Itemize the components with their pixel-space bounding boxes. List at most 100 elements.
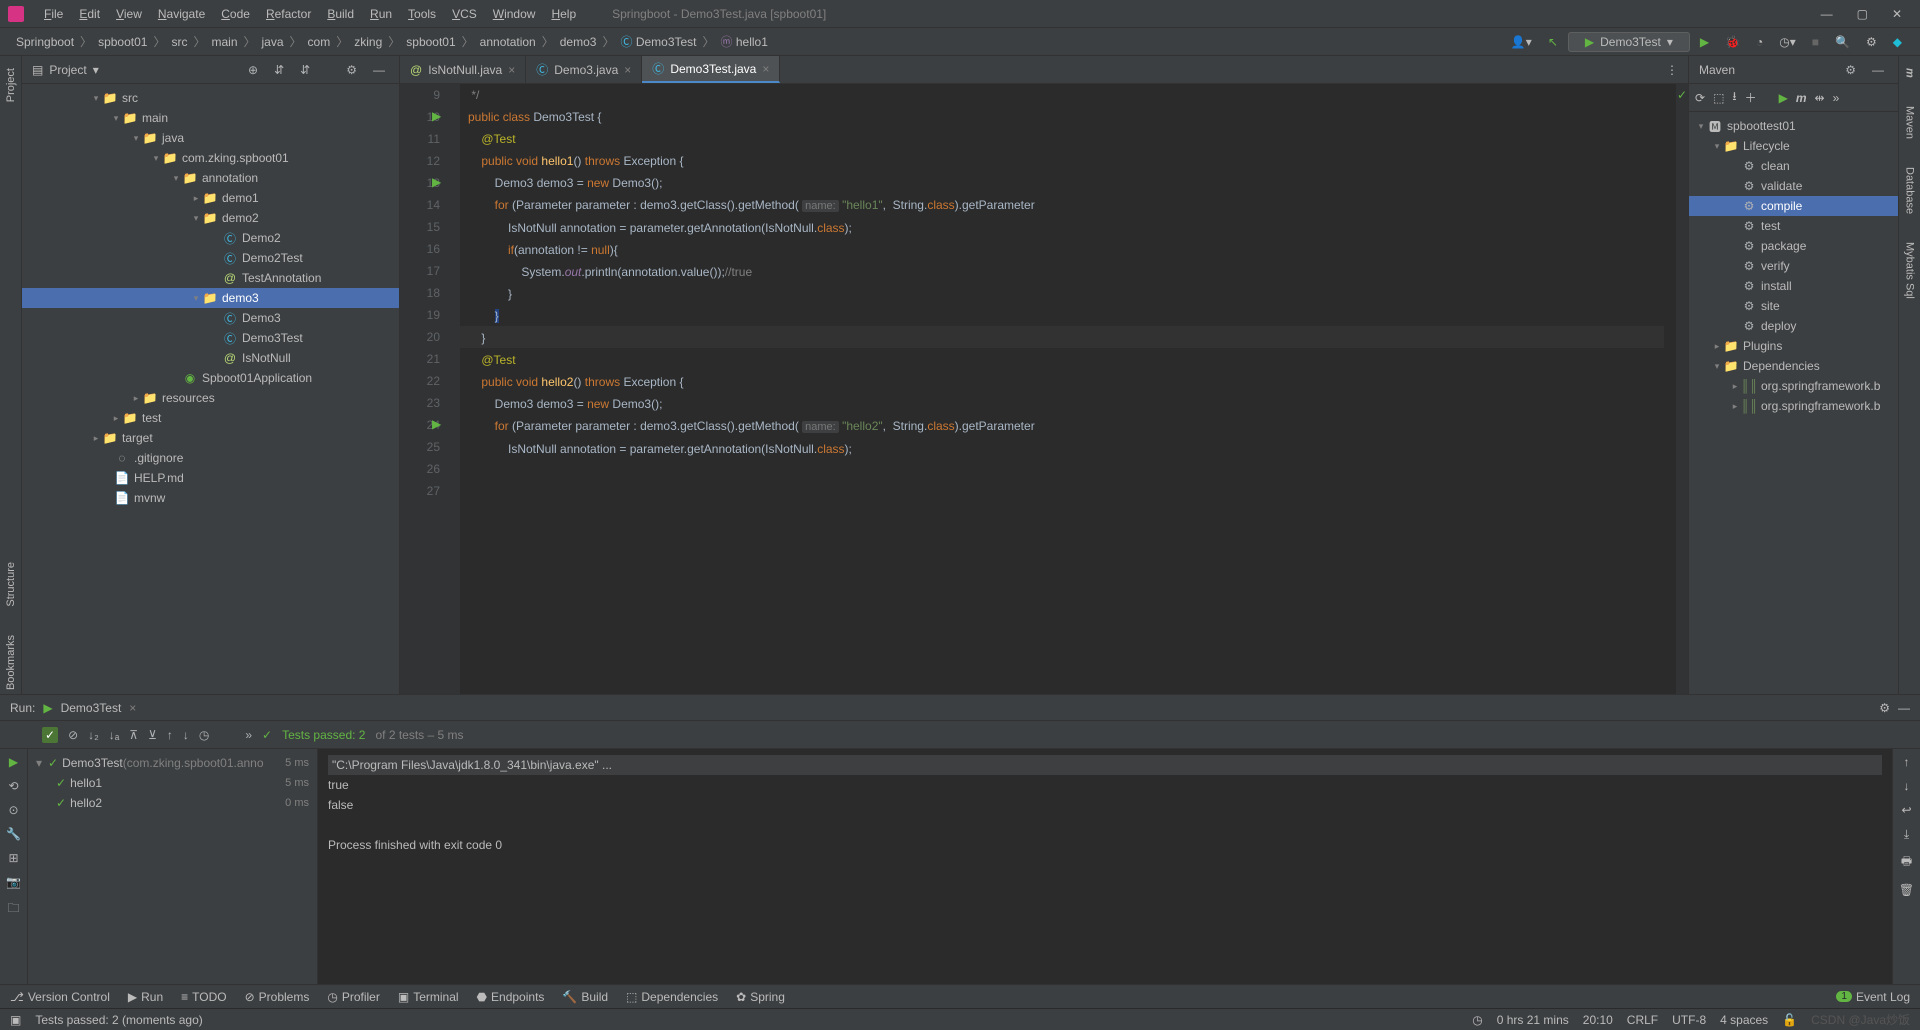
debug-button[interactable]: 🐞: [1719, 33, 1746, 51]
close-tab-icon[interactable]: ×: [508, 63, 515, 77]
tree-node[interactable]: ⒸDemo2Test: [22, 248, 399, 268]
tree-node[interactable]: ▾📁com.zking.spboot01: [22, 148, 399, 168]
run-hide-icon[interactable]: —: [1898, 701, 1910, 715]
toolwin-problems[interactable]: ⊘Problems: [245, 990, 310, 1004]
menu-build[interactable]: Build: [319, 5, 362, 23]
maven-node[interactable]: ⚙compile: [1689, 196, 1898, 216]
coverage-button[interactable]: ◔: [1750, 33, 1769, 51]
tree-node[interactable]: ▸📁demo1: [22, 188, 399, 208]
scroll-down-icon[interactable]: ↓: [1904, 779, 1910, 793]
breadcrumb-item[interactable]: spboot01: [402, 35, 459, 49]
menu-window[interactable]: Window: [485, 5, 544, 23]
maven-hide-icon[interactable]: —: [1868, 63, 1888, 77]
mybatis-tool-tab[interactable]: Mybatis Sql: [1904, 238, 1916, 303]
breadcrumb-item[interactable]: zking: [350, 35, 386, 49]
editor-tab[interactable]: @IsNotNull.java×: [400, 56, 526, 83]
window-minimize-button[interactable]: —: [1811, 3, 1843, 25]
status-tool-window-icon[interactable]: ▣: [10, 1013, 21, 1027]
tree-node[interactable]: ▸📁target: [22, 428, 399, 448]
maven-node[interactable]: ⚙test: [1689, 216, 1898, 236]
menu-view[interactable]: View: [108, 5, 150, 23]
encoding[interactable]: UTF-8: [1672, 1013, 1706, 1027]
maven-node[interactable]: ▾🅼spboottest01: [1689, 116, 1898, 136]
breadcrumb-item[interactable]: Springboot: [12, 35, 78, 49]
maven-node[interactable]: ⚙verify: [1689, 256, 1898, 276]
select-opened-file-icon[interactable]: ⊕: [244, 63, 262, 77]
breadcrumb-item[interactable]: Ⓒ Demo3Test: [616, 33, 700, 50]
project-tool-tab[interactable]: Project: [5, 64, 17, 106]
toolwin-spring[interactable]: ✿Spring: [736, 990, 785, 1004]
collapse-all-icon[interactable]: ⇵: [296, 63, 314, 77]
breadcrumb-item[interactable]: com: [304, 35, 335, 49]
expand-all-icon[interactable]: ⇵: [270, 63, 288, 77]
maven-run-icon[interactable]: ▶: [1779, 91, 1788, 105]
toolwin-todo[interactable]: ≡TODO: [181, 990, 226, 1004]
run-settings-icon[interactable]: ⚙: [1879, 701, 1890, 715]
menu-vcs[interactable]: VCS: [444, 5, 485, 23]
maven-toggle-offline-icon[interactable]: ⇹: [1815, 91, 1825, 105]
maven-node[interactable]: ⚙deploy: [1689, 316, 1898, 336]
run-button[interactable]: ▶: [1694, 33, 1715, 51]
maven-more-icon[interactable]: »: [1833, 91, 1840, 105]
maven-add-icon[interactable]: ＋: [1745, 89, 1757, 106]
test-tree[interactable]: ▾✓Demo3Test (com.zking.spboot01.anno5 ms…: [28, 749, 318, 984]
line-separator[interactable]: CRLF: [1627, 1013, 1658, 1027]
rerun-failed-icon[interactable]: ⟲: [8, 779, 18, 793]
window-close-button[interactable]: ✕: [1882, 3, 1912, 25]
toolwin-terminal[interactable]: ▣Terminal: [398, 990, 459, 1004]
bookmarks-tool-tab[interactable]: Bookmarks: [5, 631, 17, 694]
stop-button[interactable]: ■: [1806, 33, 1825, 51]
breadcrumb-item[interactable]: src: [167, 35, 191, 49]
menu-refactor[interactable]: Refactor: [258, 5, 319, 23]
tree-node[interactable]: ▾📁demo2: [22, 208, 399, 228]
sort-alpha-icon[interactable]: ↓ₐ: [109, 728, 119, 742]
maven-node[interactable]: ⚙site: [1689, 296, 1898, 316]
back-icon[interactable]: ↖: [1542, 33, 1564, 51]
tree-node[interactable]: ⒸDemo3Test: [22, 328, 399, 348]
menu-run[interactable]: Run: [362, 5, 400, 23]
maven-settings-icon[interactable]: ⚙: [1841, 63, 1860, 77]
toolwin-build[interactable]: 🔨Build: [562, 990, 608, 1004]
breadcrumb-item[interactable]: demo3: [556, 35, 601, 49]
maven-node[interactable]: ▸║║org.springframework.b: [1689, 396, 1898, 416]
scroll-to-end-icon[interactable]: ⤓: [1904, 827, 1909, 842]
maven-generate-icon[interactable]: ⬚: [1713, 91, 1724, 105]
next-icon[interactable]: ↓: [183, 728, 189, 742]
console-output[interactable]: "C:\Program Files\Java\jdk1.8.0_341\bin\…: [318, 749, 1892, 984]
test-node[interactable]: ✓hello1 5 ms: [28, 773, 317, 793]
breadcrumb-item[interactable]: main: [207, 35, 241, 49]
profile-button[interactable]: ◷▾: [1773, 33, 1802, 51]
code-editor[interactable]: 9101112131415161718192021222324252627 ▶▶…: [400, 84, 1688, 694]
close-tab-icon[interactable]: ×: [129, 701, 136, 715]
tree-node[interactable]: ▾📁demo3: [22, 288, 399, 308]
expand-icon[interactable]: ⊼: [129, 728, 138, 742]
editor-tab[interactable]: ⒸDemo3Test.java×: [642, 56, 780, 83]
soft-wrap-icon[interactable]: ↩: [1901, 803, 1911, 817]
pin-icon[interactable]: 📷: [6, 875, 21, 889]
history-icon[interactable]: ◷: [199, 728, 209, 742]
maven-node[interactable]: ⚙package: [1689, 236, 1898, 256]
settings-icon[interactable]: ⚙: [1860, 33, 1883, 51]
test-node[interactable]: ▾✓Demo3Test (com.zking.spboot01.anno5 ms: [28, 753, 317, 773]
more-icon[interactable]: »: [245, 728, 252, 742]
maven-tool-tab[interactable]: m: [1904, 64, 1916, 82]
tree-node[interactable]: @TestAnnotation: [22, 268, 399, 288]
maven-node[interactable]: ▾📁Lifecycle: [1689, 136, 1898, 156]
maven-node[interactable]: ▸📁Plugins: [1689, 336, 1898, 356]
project-tree[interactable]: ▾📁src▾📁main▾📁java▾📁com.zking.spboot01▾📁a…: [22, 84, 399, 694]
breadcrumb-item[interactable]: ⓜ hello1: [717, 33, 772, 50]
tree-node[interactable]: ▸📁resources: [22, 388, 399, 408]
window-maximize-button[interactable]: ▢: [1847, 3, 1878, 25]
tree-node[interactable]: ⒸDemo3: [22, 308, 399, 328]
stop-test-icon[interactable]: 🔧: [6, 827, 21, 841]
menu-file[interactable]: File: [36, 5, 71, 23]
structure-tool-tab[interactable]: Structure: [5, 558, 17, 611]
tree-node[interactable]: 📄mvnw: [22, 488, 399, 508]
collapse-icon[interactable]: ⊻: [148, 728, 157, 742]
toolwin-endpoints[interactable]: ⬣Endpoints: [477, 990, 545, 1004]
database-tool-tab[interactable]: Database: [1904, 163, 1916, 218]
tree-node[interactable]: ▾📁java: [22, 128, 399, 148]
run-config-selector[interactable]: ▶ Demo3Test ▾: [1568, 32, 1690, 52]
search-everywhere-icon[interactable]: 🔍: [1829, 33, 1856, 51]
clear-icon[interactable]: 🗑: [1899, 883, 1914, 897]
